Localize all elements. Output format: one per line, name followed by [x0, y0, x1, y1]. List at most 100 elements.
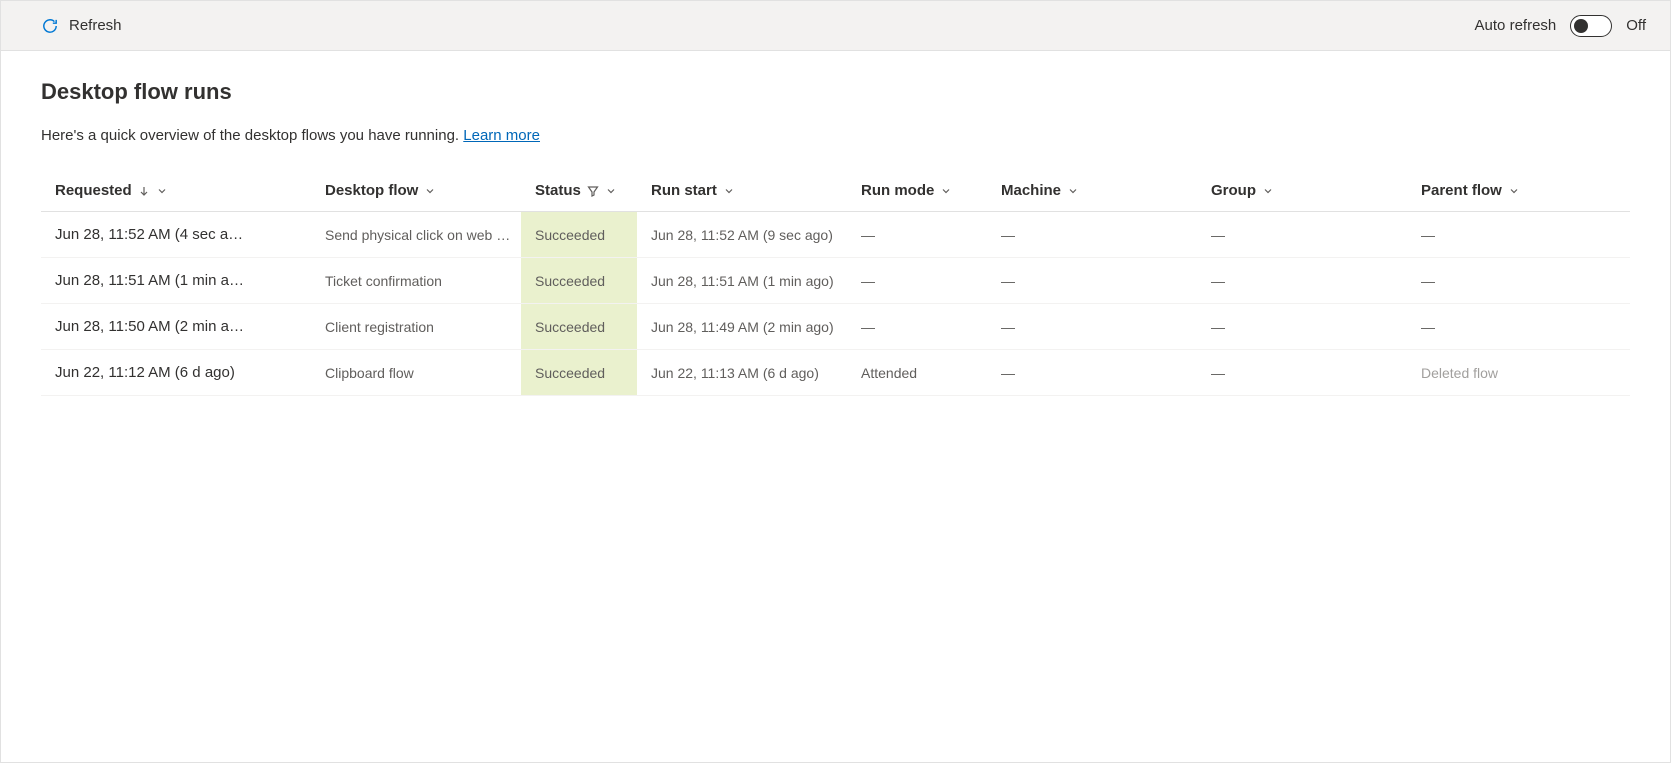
cell-requested: Jun 28, 11:51 AM (1 min a… — [41, 258, 311, 304]
cell-group: — — [1197, 258, 1407, 304]
cell-parent-flow: — — [1407, 212, 1630, 258]
chevron-down-icon — [424, 185, 436, 197]
cell-requested-value: Jun 28, 11:52 AM (4 sec a… — [55, 226, 243, 243]
cell-run-mode-value: — — [861, 319, 875, 335]
column-header-desktop-flow[interactable]: Desktop flow — [311, 170, 521, 212]
cell-group-value: — — [1211, 227, 1225, 243]
chevron-down-icon — [156, 185, 168, 197]
cell-parent-flow: — — [1407, 258, 1630, 304]
cell-run-mode: — — [847, 258, 987, 304]
column-header-parent-flow[interactable]: Parent flow — [1407, 170, 1630, 212]
cell-machine-value: — — [1001, 273, 1015, 289]
column-header-group[interactable]: Group — [1197, 170, 1407, 212]
column-header-status[interactable]: Status — [521, 170, 637, 212]
header-label: Run start — [651, 182, 717, 199]
cell-machine-value: — — [1001, 319, 1015, 335]
cell-run-mode-value: Attended — [861, 365, 917, 381]
cell-run-start-value: Jun 28, 11:51 AM (1 min ago) — [651, 273, 834, 289]
cell-status-value: Succeeded — [535, 365, 605, 381]
cell-requested-value: Jun 28, 11:50 AM (2 min a… — [55, 318, 244, 335]
cell-desktop-flow-value: Clipboard flow — [325, 365, 414, 381]
cell-group-value: — — [1211, 273, 1225, 289]
cell-group: — — [1197, 304, 1407, 350]
cell-machine-value: — — [1001, 365, 1015, 381]
header-label: Status — [535, 182, 581, 199]
refresh-icon — [41, 17, 59, 35]
chevron-down-icon — [1262, 185, 1274, 197]
cell-run-start-value: Jun 28, 11:52 AM (9 sec ago) — [651, 227, 833, 243]
refresh-label: Refresh — [69, 17, 122, 34]
cell-parent-flow-value: — — [1421, 227, 1435, 243]
runs-table: Requested Desktop flow — [41, 170, 1630, 396]
column-header-machine[interactable]: Machine — [987, 170, 1197, 212]
column-header-run-start[interactable]: Run start — [637, 170, 847, 212]
cell-parent-flow-value: — — [1421, 319, 1435, 335]
auto-refresh-label: Auto refresh — [1475, 17, 1557, 34]
cell-run-start: Jun 28, 11:52 AM (9 sec ago) — [637, 212, 847, 258]
cell-desktop-flow-value: Client registration — [325, 319, 434, 335]
cell-requested-value: Jun 22, 11:12 AM (6 d ago) — [55, 364, 235, 381]
header-label: Run mode — [861, 182, 934, 199]
cell-desktop-flow: Send physical click on web e… — [311, 212, 521, 258]
cell-status: Succeeded — [521, 304, 637, 350]
chevron-down-icon — [605, 185, 617, 197]
cell-machine: — — [987, 212, 1197, 258]
table-row[interactable]: Jun 28, 11:52 AM (4 sec a… Send physical … — [41, 212, 1630, 258]
auto-refresh-toggle[interactable] — [1570, 15, 1612, 37]
table-header-row: Requested Desktop flow — [41, 170, 1630, 212]
cell-run-start: Jun 28, 11:51 AM (1 min ago) — [637, 258, 847, 304]
chevron-down-icon — [723, 185, 735, 197]
cell-machine-value: — — [1001, 227, 1015, 243]
refresh-button[interactable]: Refresh — [41, 17, 122, 35]
header-label: Requested — [55, 182, 132, 199]
subtitle-text: Here's a quick overview of the desktop f… — [41, 127, 463, 144]
chevron-down-icon — [940, 185, 952, 197]
cell-run-start-value: Jun 28, 11:49 AM (2 min ago) — [651, 319, 834, 335]
cell-desktop-flow: Client registration — [311, 304, 521, 350]
chevron-down-icon — [1508, 185, 1520, 197]
cell-run-start: Jun 22, 11:13 AM (6 d ago) — [637, 350, 847, 396]
header-label: Desktop flow — [325, 182, 418, 199]
cell-parent-flow-value: Deleted flow — [1421, 365, 1498, 381]
learn-more-link[interactable]: Learn more — [463, 127, 540, 144]
cell-run-mode-value: — — [861, 227, 875, 243]
header-label: Machine — [1001, 182, 1061, 199]
cell-parent-flow: — — [1407, 304, 1630, 350]
cell-parent-flow-value: — — [1421, 273, 1435, 289]
cell-desktop-flow-value: Ticket confirmation — [325, 273, 442, 289]
cell-run-mode: — — [847, 212, 987, 258]
table-body: Jun 28, 11:52 AM (4 sec a… Send physical … — [41, 212, 1630, 396]
auto-refresh-group: Auto refresh Off — [1475, 15, 1646, 37]
cell-requested-value: Jun 28, 11:51 AM (1 min a… — [55, 272, 244, 289]
cell-requested: Jun 28, 11:52 AM (4 sec a… — [41, 212, 311, 258]
cell-run-start: Jun 28, 11:49 AM (2 min ago) — [637, 304, 847, 350]
table-row[interactable]: Jun 28, 11:50 AM (2 min a… Client registr… — [41, 304, 1630, 350]
cell-desktop-flow-value: Send physical click on web e… — [325, 227, 518, 243]
cell-requested: Jun 28, 11:50 AM (2 min a… — [41, 304, 311, 350]
content-area: Desktop flow runs Here's a quick overvie… — [1, 51, 1670, 424]
cell-parent-flow: Deleted flow — [1407, 350, 1630, 396]
table-row[interactable]: Jun 22, 11:12 AM (6 d ago) Clipboard flow… — [41, 350, 1630, 396]
cell-run-mode-value: — — [861, 273, 875, 289]
column-header-requested[interactable]: Requested — [41, 170, 311, 212]
cell-desktop-flow: Clipboard flow — [311, 350, 521, 396]
page-subtitle: Here's a quick overview of the desktop f… — [41, 127, 1630, 144]
cell-group-value: — — [1211, 365, 1225, 381]
cell-status-value: Succeeded — [535, 273, 605, 289]
toggle-knob — [1574, 19, 1588, 33]
table-row[interactable]: Jun 28, 11:51 AM (1 min a… Ticket confirm… — [41, 258, 1630, 304]
cell-group-value: — — [1211, 319, 1225, 335]
page-title: Desktop flow runs — [41, 79, 1630, 105]
cell-machine: — — [987, 304, 1197, 350]
cell-desktop-flow: Ticket confirmation — [311, 258, 521, 304]
toolbar: Refresh Auto refresh Off — [1, 1, 1670, 51]
cell-machine: — — [987, 350, 1197, 396]
cell-status: Succeeded — [521, 350, 637, 396]
cell-status-value: Succeeded — [535, 319, 605, 335]
column-header-run-mode[interactable]: Run mode — [847, 170, 987, 212]
cell-run-start-value: Jun 22, 11:13 AM (6 d ago) — [651, 365, 819, 381]
header-label: Group — [1211, 182, 1256, 199]
cell-status-value: Succeeded — [535, 227, 605, 243]
cell-group: — — [1197, 212, 1407, 258]
arrow-down-icon — [138, 185, 150, 197]
